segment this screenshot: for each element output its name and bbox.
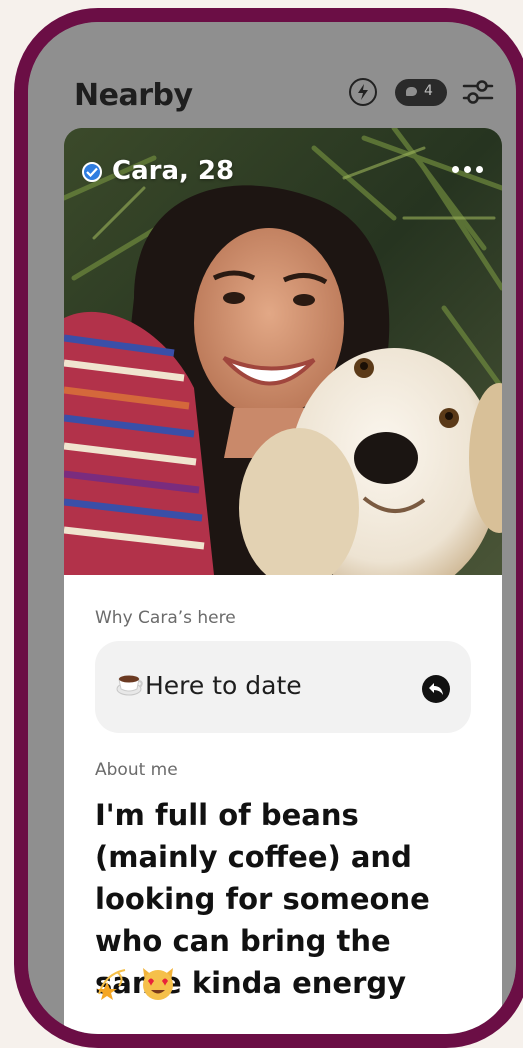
top-bar: Nearby 4 (28, 62, 516, 122)
dizzy-star-icon (97, 969, 126, 1000)
bolt-icon[interactable] (349, 78, 377, 106)
coffee-cup-icon (115, 669, 145, 699)
intent-value: Here to date (145, 671, 302, 700)
intent-label: Why Cara’s here (95, 608, 236, 628)
intent-card[interactable]: Here to date (95, 641, 471, 733)
filters-icon[interactable] (462, 78, 494, 106)
profile-name: Cara, 28 (112, 156, 235, 186)
chat-count-badge: 4 (424, 83, 433, 99)
chat-bubble-icon (406, 87, 417, 96)
chat-button[interactable]: 4 (395, 79, 447, 106)
about-label: About me (95, 760, 178, 780)
more-options-icon[interactable] (450, 162, 486, 178)
profile-card[interactable]: Cara, 28 Why Cara’s here Here to date Ab… (64, 128, 502, 1034)
page-title: Nearby (74, 78, 193, 113)
profile-photo[interactable]: Cara, 28 (64, 128, 502, 575)
verified-badge-icon (82, 162, 102, 182)
reply-icon[interactable] (422, 675, 450, 703)
heart-eyes-cat-icon (143, 968, 173, 1000)
phone-frame: Nearby 4 Cara, 28 Why Cara’s here Here t… (14, 8, 523, 1048)
app-screen: Nearby 4 Cara, 28 Why Cara’s here Here t… (28, 22, 516, 1034)
